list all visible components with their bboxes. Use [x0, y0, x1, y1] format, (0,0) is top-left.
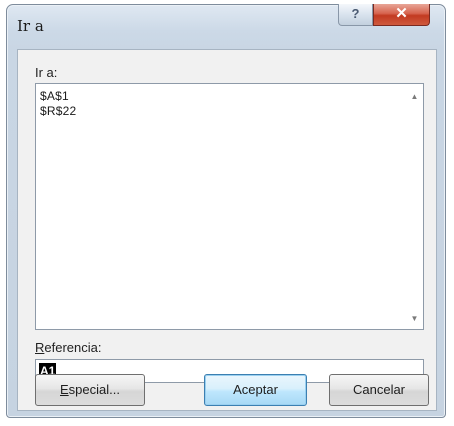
- close-button[interactable]: ✕: [373, 4, 430, 26]
- help-button[interactable]: ?: [338, 4, 373, 26]
- dialog-body: Ir a: $A$1 $R$22 ▲ ▼ Referencia: A1 Espe…: [17, 49, 437, 411]
- goto-list[interactable]: $A$1 $R$22 ▲ ▼: [35, 83, 424, 330]
- especial-button[interactable]: Especial...: [35, 374, 145, 406]
- dialog-title: Ir a: [17, 17, 44, 35]
- especial-button-accesskey: E: [60, 382, 69, 397]
- close-icon: ✕: [395, 5, 408, 22]
- help-icon: ?: [351, 6, 360, 21]
- list-item[interactable]: $A$1: [40, 89, 69, 103]
- reference-label-text: eferencia:: [44, 340, 102, 355]
- reference-label: Referencia:: [35, 340, 101, 355]
- cancelar-button[interactable]: Cancelar: [329, 374, 429, 406]
- goto-dialog: Ir a ? ✕ Ir a: $A$1 $R$22 ▲ ▼ Referencia…: [6, 4, 446, 418]
- scroll-up-icon[interactable]: ▲: [406, 88, 423, 105]
- reference-label-accesskey: R: [35, 340, 45, 355]
- goto-label: Ir a:: [35, 65, 58, 80]
- list-scrollbar[interactable]: ▲ ▼: [406, 84, 423, 329]
- especial-button-label: special...: [68, 382, 120, 397]
- titlebar: Ir a ? ✕: [7, 4, 445, 49]
- scroll-down-icon[interactable]: ▼: [406, 310, 423, 327]
- list-item[interactable]: $R$22: [40, 104, 76, 118]
- aceptar-button[interactable]: Aceptar: [204, 374, 307, 406]
